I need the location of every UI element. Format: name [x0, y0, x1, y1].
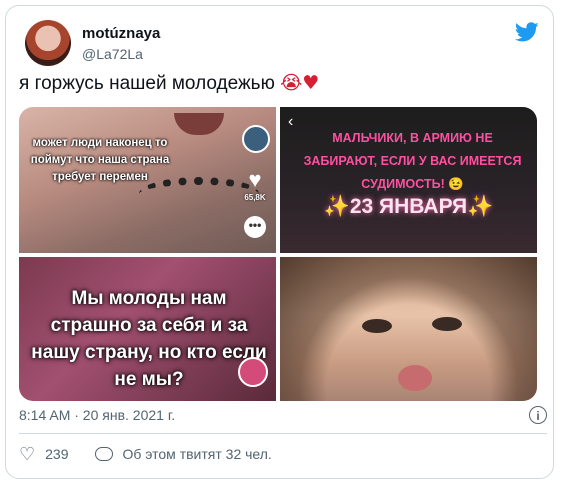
info-icon[interactable]: i — [529, 406, 547, 424]
tile1-likes: 65,8K — [244, 193, 266, 202]
creator-avatar — [238, 357, 268, 387]
tile2-caption: МАЛЬЧИКИ, В АРМИЮ НЕ ЗАБИРАЮТ, ЕСЛИ У ВА… — [303, 131, 522, 191]
tweet-text: я горжусь нашей молодежью 😭♥ — [19, 72, 319, 95]
divider — [19, 433, 547, 434]
display-name[interactable]: motúznaya — [82, 25, 160, 42]
media-tile-4[interactable] — [280, 257, 537, 401]
back-icon: ‹ — [288, 113, 294, 130]
photo-detail — [174, 113, 224, 135]
heart-outline-icon[interactable]: ♡ — [19, 445, 35, 463]
avatar[interactable] — [25, 20, 71, 66]
photo-lips — [398, 365, 432, 391]
tweet-actions: ♡ 239 Об этом твитят 32 чел. — [19, 445, 272, 463]
creator-avatar — [242, 125, 270, 153]
media-tile-2[interactable]: ‹ МАЛЬЧИКИ, В АРМИЮ НЕ ЗАБИРАЮТ, ЕСЛИ У … — [280, 107, 537, 253]
tile2-date: ✨23 ЯНВАРЯ✨ — [323, 195, 494, 218]
like-count[interactable]: 239 — [45, 446, 68, 462]
comment-icon[interactable] — [94, 447, 113, 461]
media-tile-3[interactable]: Мы молоды нам страшно за себя и за нашу … — [19, 257, 276, 401]
twitter-bird-icon[interactable] — [515, 20, 539, 44]
tile3-caption: Мы молоды нам страшно за себя и за нашу … — [31, 288, 267, 390]
tweet-timestamp[interactable]: 8:14 AM · 20 янв. 2021 г. — [19, 407, 175, 423]
media-tile-1[interactable]: может люди наконец то поймут что наша ст… — [19, 107, 276, 253]
heart-icon: ♥ — [248, 167, 262, 192]
media-grid: может люди наконец то поймут что наша ст… — [19, 107, 537, 401]
photo-eye-right — [432, 317, 462, 331]
tile1-caption: может люди наконец то поймут что наша ст… — [30, 137, 170, 183]
comment-dots-icon: ••• — [244, 216, 266, 238]
discussion-link[interactable]: Об этом твитят 32 чел. — [123, 446, 272, 462]
tweet-body: я горжусь нашей молодежью — [19, 73, 275, 94]
tiktok-side-icons: ♥ 65,8K ••• — [242, 125, 270, 238]
user-handle[interactable]: @La72La — [82, 46, 143, 62]
tweet-emojis: 😭♥ — [280, 72, 320, 94]
photo-eye-left — [362, 319, 392, 333]
